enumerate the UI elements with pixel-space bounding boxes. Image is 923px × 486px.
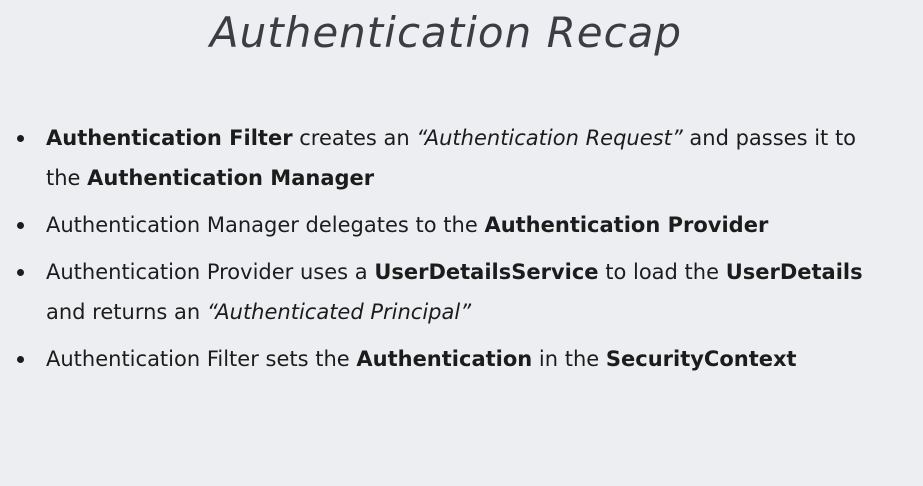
bullet-text: in the — [532, 347, 606, 371]
bullet-text-bold: Authentication Filter — [46, 126, 293, 150]
bullet-text: Authentication Filter sets the — [46, 347, 357, 371]
bullet-text-italic: “Authentication Request” — [416, 126, 683, 150]
bullet-text-bold: Authentication Provider — [484, 213, 769, 237]
bullet-list: Authentication Filter creates an “Authen… — [10, 118, 890, 386]
bullet-text-italic: “Authenticated Principal” — [206, 300, 472, 324]
bullet-text-bold: UserDetails — [725, 260, 863, 284]
bullet-text: Authentication Manager delegates to the — [46, 213, 485, 237]
bullet-text: and returns an — [46, 300, 207, 324]
bullet-item: Authentication Filter creates an “Authen… — [10, 118, 890, 198]
bullet-item: Authentication Filter sets the Authentic… — [10, 339, 890, 379]
bullet-text-bold: Authentication Manager — [87, 166, 375, 190]
bullet-item: Authentication Provider uses a UserDetai… — [10, 252, 890, 332]
bullet-text: Authentication Provider uses a — [46, 260, 375, 284]
slide: Authentication Recap Authentication Filt… — [0, 0, 923, 486]
bullet-text: creates an — [292, 126, 417, 150]
bullet-text-bold: Authentication — [356, 347, 533, 371]
bullet-text-bold: UserDetailsService — [374, 260, 599, 284]
slide-title: Authentication Recap — [209, 8, 683, 57]
bullet-item: Authentication Manager delegates to the … — [10, 205, 890, 245]
bullet-text-bold: SecurityContext — [605, 347, 797, 371]
bullet-text: to load the — [598, 260, 726, 284]
